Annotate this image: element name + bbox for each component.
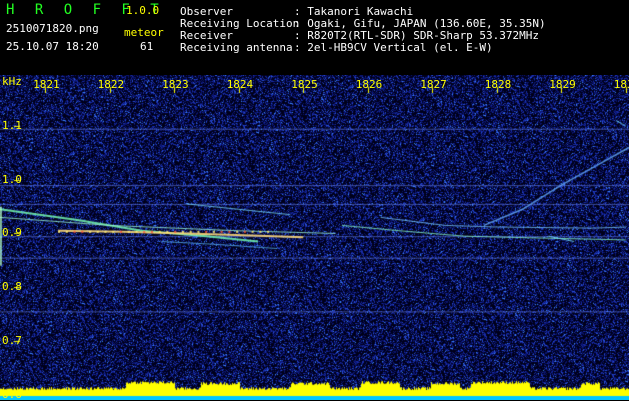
y-tick-label: 1.0 [2,172,22,186]
x-tick-label: 1826 [355,78,383,91]
station-label-antenna: Receiving antenna [180,41,293,54]
meteor-count: 61 [140,40,154,53]
x-tick-label: 1823 [162,78,189,91]
x-tick-label: 1824 [226,78,254,91]
station-value-antenna: : 2el-HB9CV Vertical (el. E-W) [294,41,493,54]
y-tick-label: 0.6 [2,387,22,401]
meteor-label: meteor [124,26,164,39]
y-tick-label: 0.8 [2,280,22,294]
info-header: H R O F F T 1.0.0 2510071820.png meteor … [0,0,629,75]
app-version: 1.0.0 [126,4,160,17]
y-tick-label: 1.1 [2,119,22,133]
x-tick-label: 1829 [549,78,576,91]
axis-overlay: kHz 1821 1822 1823 1824 1825 1826 1827 1828 1829 1… [0,75,629,401]
y-axis-unit-label: kHz [2,75,22,88]
y-tick-label: 0.9 [2,226,22,240]
file-datetime: 25.10.07 18:20 [6,40,99,53]
y-tick-label: 0.7 [2,333,22,347]
x-tick-label: 1825 [291,78,318,91]
x-tick-label: 1830 [613,78,629,91]
x-tick-label: 1821 [33,78,60,91]
x-tick-label: 1822 [97,78,125,91]
x-tick-label: 1827 [420,78,447,91]
file-name: 2510071820.png [6,22,99,35]
x-tick-label: 1828 [484,78,512,91]
